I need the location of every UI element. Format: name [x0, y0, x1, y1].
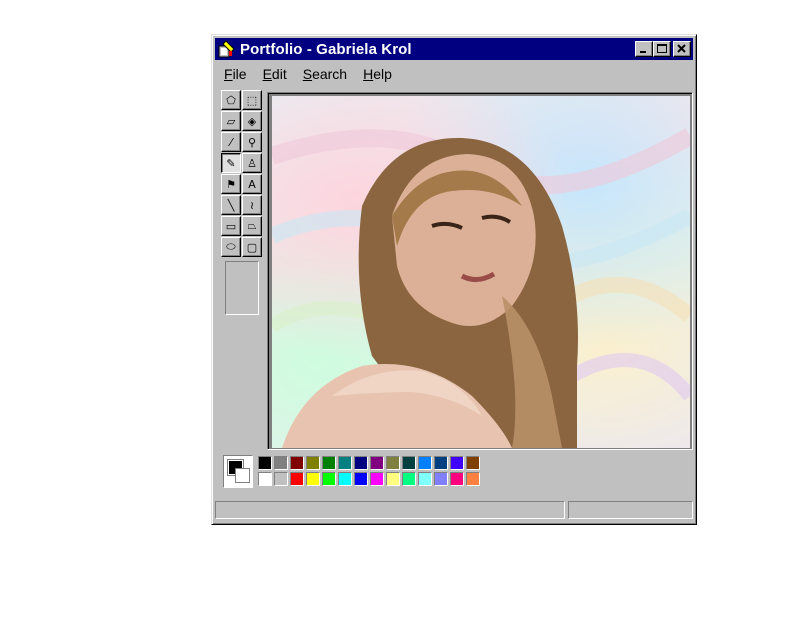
palette-swatch[interactable] — [466, 456, 480, 470]
text-icon: A — [248, 177, 256, 191]
free-form-select-tool[interactable]: ⬠ — [221, 90, 241, 110]
title-bar[interactable]: Portfolio - Gabriela Krol — [215, 38, 693, 60]
status-coords-pane — [568, 501, 693, 519]
current-colors[interactable] — [223, 455, 253, 488]
free-form-select-icon: ⬠ — [226, 93, 236, 107]
tool-options-box[interactable] — [225, 261, 259, 315]
curve-tool[interactable]: ≀ — [242, 195, 262, 215]
window-title: Portfolio - Gabriela Krol — [240, 40, 412, 58]
airbrush-tool[interactable]: ⚑ — [221, 174, 241, 194]
palette-swatch[interactable] — [322, 456, 336, 470]
canvas-scroll-area[interactable] — [267, 92, 693, 450]
fill-icon: ◈ — [247, 114, 257, 128]
minimize-icon — [640, 51, 646, 53]
palette-swatch[interactable] — [306, 456, 320, 470]
background-color-swatch[interactable] — [235, 468, 250, 483]
magnifier-icon: ⚲ — [247, 135, 257, 149]
curve-icon: ≀ — [249, 198, 255, 212]
rounded-rect-tool[interactable]: ▢ — [242, 237, 262, 257]
text-tool[interactable]: A — [242, 174, 262, 194]
palette-swatch[interactable] — [258, 472, 272, 486]
menu-search-accel: S — [302, 66, 313, 82]
rounded-rect-icon: ▢ — [246, 240, 258, 254]
polygon-icon: ⏢ — [247, 219, 257, 232]
drawing-canvas[interactable] — [272, 96, 690, 448]
palette-swatch[interactable] — [418, 456, 432, 470]
status-bar — [215, 499, 693, 521]
palette-swatch[interactable] — [274, 456, 288, 470]
palette-swatch[interactable] — [290, 472, 304, 486]
fill-tool[interactable]: ◈ — [242, 111, 262, 131]
brush-tool[interactable]: ♙ — [242, 153, 262, 173]
rectangle-tool[interactable]: ▭ — [221, 216, 241, 236]
maximize-icon — [657, 44, 667, 53]
menu-edit-accel: E — [262, 66, 272, 82]
palette-swatch[interactable] — [370, 456, 384, 470]
palette-swatch[interactable] — [322, 472, 336, 486]
maximize-button[interactable] — [653, 41, 671, 57]
menu-help[interactable]: Help — [354, 66, 399, 82]
close-icon — [677, 44, 686, 53]
ellipse-tool[interactable]: ⬭ — [221, 237, 241, 257]
ellipse-icon: ⬭ — [226, 240, 236, 253]
menu-search-label: earch — [312, 66, 348, 82]
palette-swatch[interactable] — [434, 456, 448, 470]
minimize-button[interactable] — [635, 41, 653, 57]
paint-app-icon[interactable] — [218, 40, 236, 58]
menu-search[interactable]: Search — [294, 66, 354, 82]
palette-swatch[interactable] — [354, 456, 368, 470]
rectangle-icon: ▭ — [225, 219, 237, 233]
paint-window: Portfolio - Gabriela Krol File Edit Sear… — [211, 34, 697, 525]
line-icon: ╲ — [227, 198, 235, 212]
menu-file-accel: F — [224, 66, 233, 82]
palette-swatch[interactable] — [258, 456, 272, 470]
pencil-tool[interactable]: ✎ — [221, 153, 241, 173]
brush-icon: ♙ — [247, 156, 257, 170]
title-buttons — [635, 41, 691, 57]
palette-swatch[interactable] — [434, 472, 448, 486]
rect-select-tool[interactable]: ⬚ — [242, 90, 262, 110]
palette-swatch[interactable] — [386, 456, 400, 470]
airbrush-icon: ⚑ — [226, 177, 236, 191]
palette-swatch[interactable] — [354, 472, 368, 486]
palette-swatch[interactable] — [338, 472, 352, 486]
menu-help-accel: H — [363, 66, 374, 82]
portrait-image — [272, 128, 690, 448]
palette-swatch[interactable] — [274, 472, 288, 486]
palette-swatch[interactable] — [386, 472, 400, 486]
pick-color-icon: ⁄ — [230, 135, 232, 149]
eraser-icon: ▱ — [226, 114, 236, 128]
magnifier-tool[interactable]: ⚲ — [242, 132, 262, 152]
menu-file-label: ile — [232, 66, 247, 82]
line-tool[interactable]: ╲ — [221, 195, 241, 215]
palette-swatch[interactable] — [466, 472, 480, 486]
palette-swatch[interactable] — [402, 456, 416, 470]
color-box — [221, 455, 691, 493]
palette-swatch[interactable] — [450, 472, 464, 486]
palette-swatch[interactable] — [370, 472, 384, 486]
menu-edit-label: dit — [271, 66, 287, 82]
palette-swatch[interactable] — [338, 456, 352, 470]
palette-swatch[interactable] — [290, 456, 304, 470]
menu-file[interactable]: File — [215, 66, 254, 82]
palette-swatch[interactable] — [402, 472, 416, 486]
palette-swatch[interactable] — [450, 456, 464, 470]
menu-edit[interactable]: Edit — [254, 66, 294, 82]
pick-color-tool[interactable]: ⁄ — [221, 132, 241, 152]
menu-bar: File Edit Search Help — [215, 63, 693, 85]
palette-swatch[interactable] — [306, 472, 320, 486]
menu-help-label: elp — [373, 66, 392, 82]
pencil-icon: ✎ — [226, 156, 236, 170]
palette-swatch[interactable] — [418, 472, 432, 486]
rect-select-icon: ⬚ — [246, 93, 258, 107]
status-text-pane — [215, 501, 565, 519]
polygon-tool[interactable]: ⏢ — [242, 216, 262, 236]
close-button[interactable] — [673, 41, 691, 57]
eraser-tool[interactable]: ▱ — [221, 111, 241, 131]
